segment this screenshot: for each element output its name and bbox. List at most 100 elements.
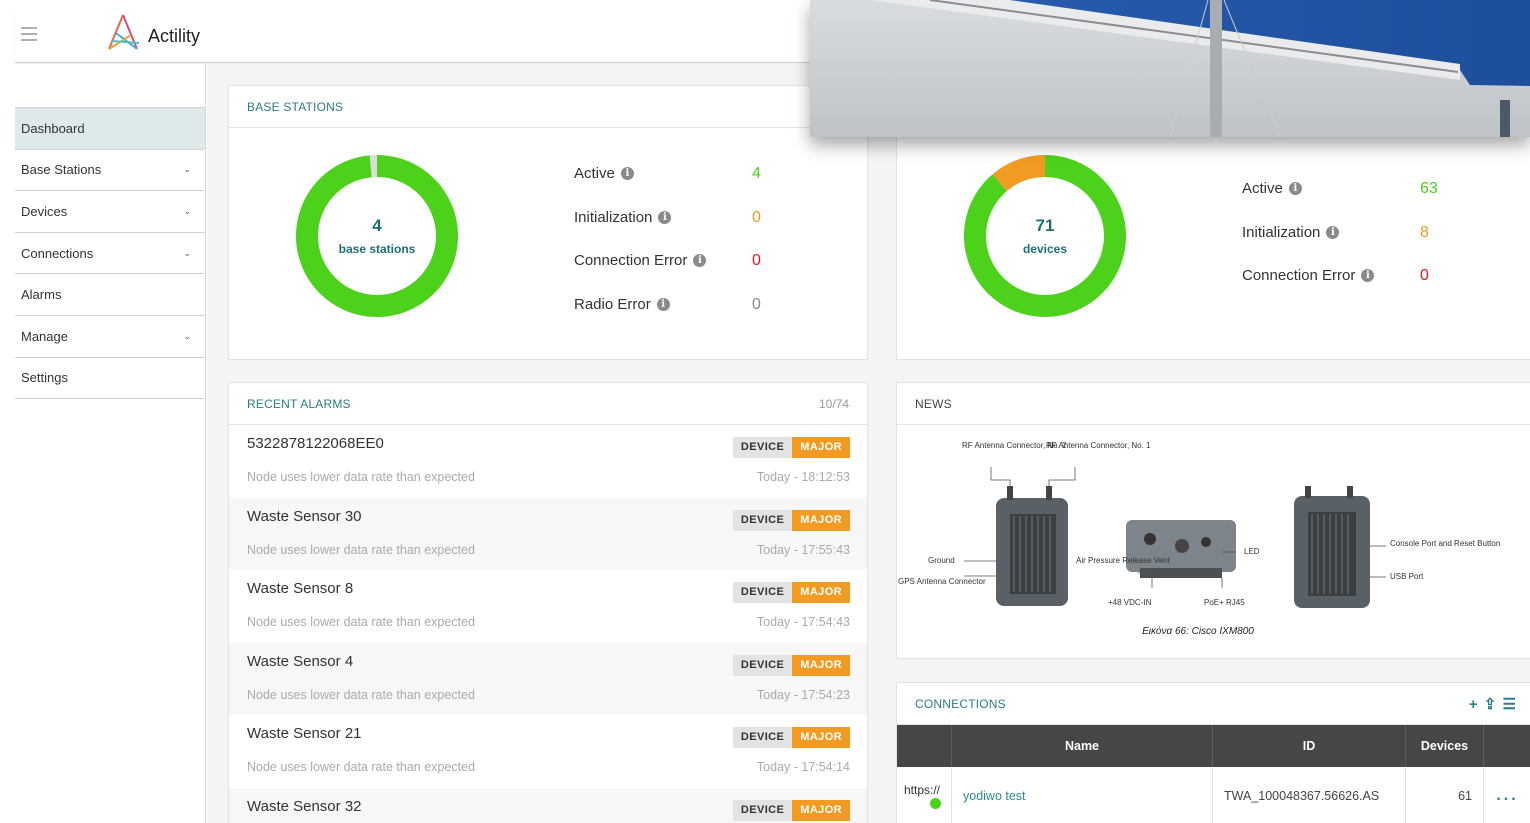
stat-label: Active bbox=[1242, 180, 1283, 197]
info-icon[interactable]: i bbox=[658, 211, 672, 224]
connection-name[interactable]: yodiwo test bbox=[951, 767, 1212, 823]
sidebar-item-label: Connections bbox=[21, 245, 94, 261]
base-stations-total: 4 bbox=[372, 216, 382, 235]
list-item[interactable]: Waste Sensor 30 DEVICE MAJOR Node uses lowe… bbox=[229, 497, 867, 570]
alarm-name: Waste Sensor 4 bbox=[247, 652, 354, 670]
connections-tools[interactable]: + ⇪ ☰ bbox=[1469, 695, 1517, 713]
status-dot-icon bbox=[930, 798, 941, 809]
sidebar-item-connections[interactable]: Connections ⌄ bbox=[15, 233, 205, 275]
type-badge: DEVICE bbox=[732, 437, 793, 458]
type-badge: DEVICE bbox=[732, 582, 793, 603]
sidebar-item-devices[interactable]: Devices ⌄ bbox=[15, 191, 205, 233]
list-item[interactable]: Waste Sensor 8 DEVICE MAJOR Node uses lower… bbox=[229, 570, 867, 643]
type-badge: DEVICE bbox=[732, 727, 793, 748]
alarm-time: Today - 18:12:53 bbox=[756, 470, 850, 484]
severity-badge: MAJOR bbox=[792, 509, 850, 531]
news-title: NEWS bbox=[915, 396, 952, 411]
type-badge: DEVICE bbox=[732, 799, 793, 821]
alarms-count: 10/74 bbox=[818, 396, 849, 411]
label-gps: GPS Antenna Connector bbox=[898, 577, 986, 586]
severity-badge: MAJOR bbox=[792, 799, 850, 821]
chevron-down-icon[interactable]: ⌄ bbox=[183, 206, 191, 217]
sidebar-nav: Dashboard Base Stations ⌄ Devices ⌄ Connectio… bbox=[15, 107, 205, 400]
alarm-name: Waste Sensor 30 bbox=[247, 507, 362, 525]
label-air-vent: Air Pressure Release Vent bbox=[1076, 556, 1171, 565]
alarm-badges: DEVICE MAJOR bbox=[732, 799, 850, 821]
hamburger-menu-icon[interactable] bbox=[21, 27, 37, 41]
label-vdc: +48 VDC-IN bbox=[1108, 598, 1152, 607]
table-row[interactable]: https:// yodiwo test TWA_100048367.56626… bbox=[897, 767, 1530, 823]
sidebar-item-base-stations[interactable]: Base Stations ⌄ bbox=[15, 150, 205, 192]
col-id[interactable]: ID bbox=[1212, 725, 1405, 767]
stat-value: 63 bbox=[1420, 180, 1438, 197]
connections-table-header: Name ID Devices bbox=[897, 725, 1530, 767]
chevron-down-icon[interactable]: ⌄ bbox=[183, 248, 191, 259]
alarm-name: Waste Sensor 21 bbox=[247, 725, 362, 742]
list-item[interactable]: Waste Sensor 32 DEVICE MAJOR bbox=[229, 787, 867, 823]
alarm-name: 5322878122068EE0 bbox=[247, 435, 384, 452]
stat-label: Initialization bbox=[1242, 224, 1321, 241]
sidebar-item-dashboard[interactable]: Dashboard bbox=[15, 108, 205, 150]
sidebar-item-label: Dashboard bbox=[21, 120, 85, 136]
dashboard-main: BASE STATIONS 4 base stations Active i 4 In… bbox=[207, 64, 1530, 823]
list-item[interactable]: 5322878122068EE0 DEVICE MAJOR Node uses low… bbox=[229, 425, 867, 498]
brand-name: Actility bbox=[148, 26, 201, 46]
severity-badge: MAJOR bbox=[792, 654, 850, 676]
connection-devices: 61 bbox=[1405, 767, 1483, 823]
alarm-badges: DEVICE MAJOR bbox=[732, 582, 850, 603]
base_stations-stat-connection-error: Connection Error i bbox=[574, 252, 707, 269]
alarm-time: Today - 17:54:14 bbox=[756, 760, 850, 774]
info-icon[interactable]: i bbox=[1288, 182, 1302, 195]
connection-id: TWA_100048367.56626.AS bbox=[1212, 767, 1405, 823]
col-name[interactable]: Name bbox=[951, 725, 1212, 767]
devices-stat-active: Active i bbox=[1242, 180, 1302, 197]
base_stations-stat-active: Active i bbox=[574, 165, 634, 182]
sidebar-item-settings[interactable]: Settings bbox=[15, 358, 205, 400]
alarm-description: Node uses lower data rate than expected bbox=[247, 760, 475, 774]
list-item[interactable]: Waste Sensor 4 DEVICE MAJOR Node uses lower… bbox=[229, 642, 867, 715]
base-stations-card: BASE STATIONS 4 base stations Active i 4 In… bbox=[228, 85, 868, 360]
label-ground: Ground bbox=[928, 556, 955, 565]
news-card: NEWS RF Antenna Connector, No. 2 RF Ante… bbox=[896, 382, 1530, 659]
stat-value: 0 bbox=[752, 209, 761, 226]
info-icon[interactable]: i bbox=[693, 254, 707, 267]
stat-value: 0 bbox=[1420, 267, 1429, 284]
stat-label: Connection Error bbox=[1242, 267, 1356, 284]
stat-value: 8 bbox=[1420, 224, 1429, 241]
chevron-down-icon[interactable]: ⌄ bbox=[183, 331, 191, 342]
info-icon[interactable]: i bbox=[1361, 269, 1375, 282]
row-menu-button[interactable]: ... bbox=[1483, 767, 1530, 823]
news-image-caption: Εικόνα 66: Cisco IXM800 bbox=[1142, 625, 1254, 637]
sidebar-item-label: Manage bbox=[21, 328, 68, 344]
list-item[interactable]: Waste Sensor 21 DEVICE MAJOR Node uses lowe… bbox=[229, 715, 867, 788]
base_stations-stat-initialization: Initialization i bbox=[574, 209, 672, 226]
stat-value: 0 bbox=[752, 252, 761, 269]
chevron-down-icon[interactable]: ⌄ bbox=[183, 164, 191, 175]
alarm-description: Node uses lower data rate than expected bbox=[247, 687, 475, 702]
alarm-badges: DEVICE MAJOR bbox=[732, 437, 850, 458]
label-console: Console Port and Reset Button bbox=[1390, 539, 1500, 548]
stat-value: 4 bbox=[752, 165, 761, 182]
alarm-name: Waste Sensor 8 bbox=[247, 580, 354, 597]
alarm-badges: DEVICE MAJOR bbox=[732, 654, 850, 676]
recent-alarms-card: RECENT ALARMS 10/74 5322878122068EE0 DEVI… bbox=[228, 382, 868, 823]
info-icon[interactable]: i bbox=[620, 167, 634, 180]
sidebar: Dashboard Base Stations ⌄ Devices ⌄ Connectio… bbox=[15, 64, 206, 823]
base-stations-total-label: base stations bbox=[338, 242, 416, 256]
alarm-name: Waste Sensor 32 bbox=[247, 797, 362, 815]
connections-card: CONNECTIONS + ⇪ ☰ Name ID Devices https:… bbox=[896, 682, 1530, 823]
sidebar-item-label: Devices bbox=[21, 203, 68, 219]
col-devices[interactable]: Devices bbox=[1405, 725, 1483, 767]
devices-donut: 71 devices bbox=[963, 154, 1127, 318]
base-stations-donut: 4 base stations bbox=[295, 154, 459, 318]
actility-logo-icon bbox=[108, 14, 140, 50]
info-icon[interactable]: i bbox=[656, 298, 670, 311]
type-badge: DEVICE bbox=[732, 654, 793, 676]
protocol-label: https:// bbox=[904, 783, 941, 797]
sidebar-item-manage[interactable]: Manage ⌄ bbox=[15, 316, 205, 358]
news-image[interactable]: RF Antenna Connector, No. 2 RF Antenna C… bbox=[897, 428, 1504, 643]
info-icon[interactable]: i bbox=[1326, 226, 1340, 239]
devices-stat-initialization: Initialization i bbox=[1242, 224, 1340, 241]
alarm-description: Node uses lower data rate than expected bbox=[247, 615, 475, 629]
sidebar-item-alarms[interactable]: Alarms bbox=[15, 274, 205, 316]
